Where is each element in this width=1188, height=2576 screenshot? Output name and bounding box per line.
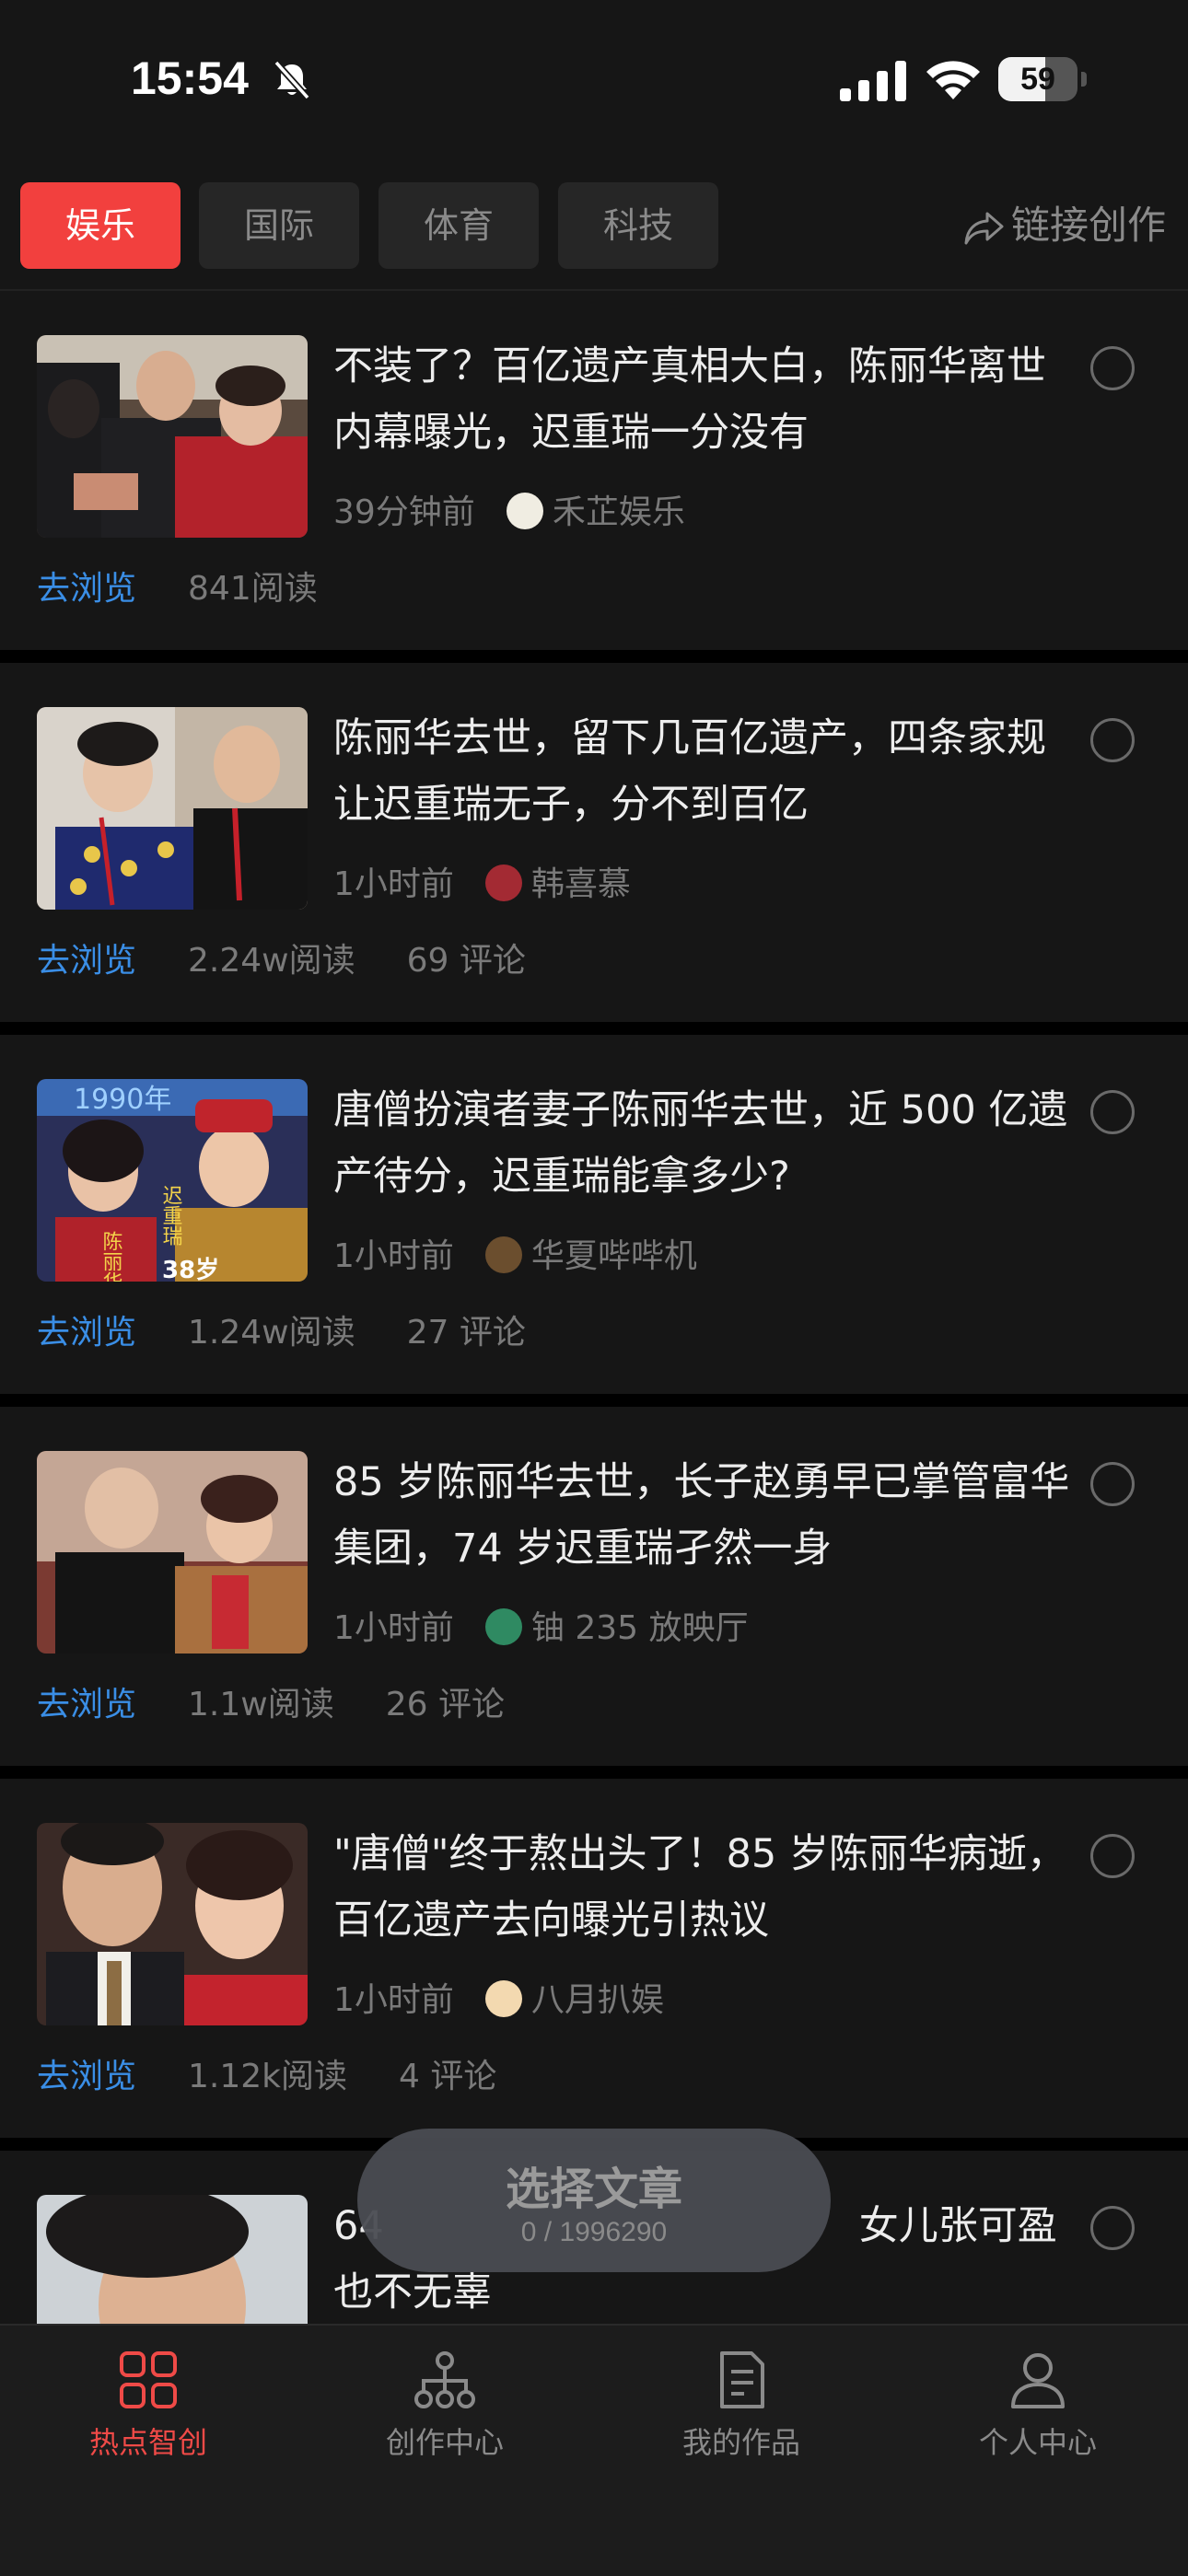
article-card[interactable]: 1990年 陈丽华 迟重瑞 38岁 唐僧扮演者妻子陈丽华去世，近 500 亿遗产…	[0, 1035, 1188, 1407]
browse-link[interactable]: 去浏览	[37, 570, 136, 608]
select-articles-button[interactable]: 选择文章 0 / 1996290	[357, 2129, 831, 2272]
article-thumbnail[interactable]	[37, 1451, 308, 1654]
nav-label: 我的作品	[681, 2425, 800, 2460]
article-title[interactable]: 不装了？百亿遗产真相大白，陈丽华离世内幕曝光，迟重瑞一分没有	[333, 333, 1070, 466]
read-count: 1.1w阅读	[188, 1686, 334, 1723]
status-time: 15:54	[131, 52, 249, 104]
author-name: 华夏哔哔机	[530, 1237, 697, 1275]
article-stats: 去浏览 1.24w阅读 27 评论	[37, 1309, 526, 1357]
article-title[interactable]: 陈丽华去世，留下几百亿遗产，四条家规让迟重瑞无子，分不到百亿	[333, 705, 1070, 838]
publish-time: 1小时前	[333, 865, 454, 903]
article-feed[interactable]: 不装了？百亿遗产真相大白，陈丽华离世内幕曝光，迟重瑞一分没有 39分钟前 禾芷娱乐…	[0, 291, 1188, 2326]
author-name: 铀 235 放映厅	[530, 1609, 749, 1647]
read-count: 2.24w阅读	[188, 942, 355, 980]
article-meta: 1小时前 华夏哔哔机	[333, 1234, 697, 1280]
thumbnail-age-text: 38岁	[162, 1256, 219, 1282]
article-thumbnail[interactable]	[37, 2195, 308, 2326]
article-meta: 1小时前 铀 235 放映厅	[333, 1606, 749, 1652]
nav-creation-center[interactable]: 创作中心	[297, 2350, 593, 2478]
article-card[interactable]: "唐僧"终于熬出头了！85 岁陈丽华病逝，百亿遗产去向曝光引热议 1小时前 八月扒…	[0, 1779, 1188, 2151]
bell-mute-icon	[274, 60, 310, 100]
article-thumbnail[interactable]	[37, 707, 308, 910]
comment-count: 69 评论	[406, 942, 526, 980]
browse-link[interactable]: 去浏览	[37, 1686, 136, 1723]
select-radio[interactable]	[1090, 1090, 1135, 1134]
status-bar: 15:54 59	[0, 0, 1188, 157]
cellular-signal-icon	[840, 61, 906, 101]
article-stats: 去浏览 841阅读	[37, 565, 318, 613]
nav-label: 热点智创	[88, 2425, 207, 2460]
article-meta: 1小时前 韩喜慕	[333, 862, 631, 908]
author-name: 八月扒娱	[530, 1981, 664, 2019]
hierarchy-icon	[414, 2351, 475, 2408]
article-title[interactable]: 唐僧扮演者妻子陈丽华去世，近 500 亿遗产待分，迟重瑞能拿多少?	[333, 1077, 1070, 1210]
article-card[interactable]: 陈丽华去世，留下几百亿遗产，四条家规让迟重瑞无子，分不到百亿 1小时前 韩喜慕 去…	[0, 663, 1188, 1035]
share-arrow-icon	[964, 212, 1004, 244]
publish-time: 1小时前	[333, 1237, 454, 1275]
nav-my-works[interactable]: 我的作品	[593, 2350, 890, 2478]
link-create-label: 链接创作	[1010, 203, 1166, 248]
comment-count: 27 评论	[406, 1314, 526, 1352]
thumbnail-caption-left: 陈丽华	[99, 1231, 122, 1282]
read-count: 1.12k阅读	[188, 2058, 348, 2095]
author-avatar	[484, 1980, 522, 2017]
select-articles-label: 选择文章	[505, 2164, 682, 2215]
article-title[interactable]: 85 岁陈丽华去世，长子赵勇早已掌管富华集团，74 岁迟重瑞孑然一身	[333, 1449, 1070, 1582]
nav-label: 创作中心	[385, 2425, 504, 2460]
grid-icon	[120, 2351, 177, 2408]
tab-sports[interactable]: 体育	[379, 182, 539, 269]
article-card[interactable]: 不装了？百亿遗产真相大白，陈丽华离世内幕曝光，迟重瑞一分没有 39分钟前 禾芷娱乐…	[0, 291, 1188, 663]
article-thumbnail[interactable]: 1990年 陈丽华 迟重瑞 38岁	[37, 1079, 308, 1282]
article-card[interactable]: 85 岁陈丽华去世，长子赵勇早已掌管富华集团，74 岁迟重瑞孑然一身 1小时前 铀…	[0, 1407, 1188, 1779]
thumbnail-caption-right: 迟重瑞	[159, 1185, 183, 1246]
author-avatar	[506, 493, 543, 529]
author-name: 韩喜慕	[530, 865, 631, 903]
battery-indicator: 59	[998, 57, 1087, 101]
select-radio[interactable]	[1090, 346, 1135, 390]
select-radio[interactable]	[1090, 1462, 1135, 1506]
article-thumbnail[interactable]	[37, 1823, 308, 2025]
wifi-icon	[926, 61, 980, 99]
person-icon	[1011, 2353, 1065, 2408]
nav-personal-center[interactable]: 个人中心	[890, 2350, 1186, 2478]
author-avatar	[484, 1236, 522, 1273]
comment-count: 4 评论	[399, 2058, 497, 2095]
article-stats: 去浏览 2.24w阅读 69 评论	[37, 937, 526, 985]
article-stats: 去浏览 1.1w阅读 26 评论	[37, 1681, 505, 1729]
author-avatar	[484, 864, 522, 901]
select-radio[interactable]	[1090, 1834, 1135, 1878]
browse-link[interactable]: 去浏览	[37, 942, 136, 980]
article-meta: 1小时前 八月扒娱	[333, 1978, 664, 2024]
publish-time: 1小时前	[333, 1609, 454, 1647]
browse-link[interactable]: 去浏览	[37, 1314, 136, 1352]
article-stats: 去浏览 1.12k阅读 4 评论	[37, 2053, 496, 2101]
thumbnail-year-text: 1990年	[74, 1084, 171, 1116]
nav-label: 个人中心	[978, 2425, 1097, 2460]
bottom-navigation: 热点智创 创作中心 我的作品 个人中心	[0, 2324, 1188, 2576]
read-count: 1.24w阅读	[188, 1314, 355, 1352]
select-radio[interactable]	[1090, 718, 1135, 762]
battery-percent: 59	[1020, 62, 1055, 97]
article-thumbnail[interactable]	[37, 335, 308, 538]
tab-entertainment[interactable]: 娱乐	[20, 182, 181, 269]
category-tabs: 娱乐 国际 体育 科技 链接创作	[0, 180, 1188, 273]
select-radio[interactable]	[1090, 2206, 1135, 2250]
document-icon	[720, 2351, 764, 2408]
link-create-button[interactable]: 链接创作	[963, 180, 1166, 271]
publish-time: 39分钟前	[333, 493, 475, 531]
comment-count: 26 评论	[385, 1686, 505, 1723]
author-name: 禾芷娱乐	[552, 493, 685, 531]
tab-international[interactable]: 国际	[199, 182, 359, 269]
browse-link[interactable]: 去浏览	[37, 2058, 136, 2095]
article-title[interactable]: "唐僧"终于熬出头了！85 岁陈丽华病逝，百亿遗产去向曝光引热议	[333, 1821, 1070, 1954]
publish-time: 1小时前	[333, 1981, 454, 2019]
article-meta: 39分钟前 禾芷娱乐	[333, 490, 685, 536]
read-count: 841阅读	[188, 570, 318, 608]
author-avatar	[484, 1608, 522, 1645]
tab-technology[interactable]: 科技	[558, 182, 718, 269]
selection-count: 0 / 1996290	[520, 2217, 668, 2247]
nav-hot-creation[interactable]: 热点智创	[0, 2350, 297, 2478]
